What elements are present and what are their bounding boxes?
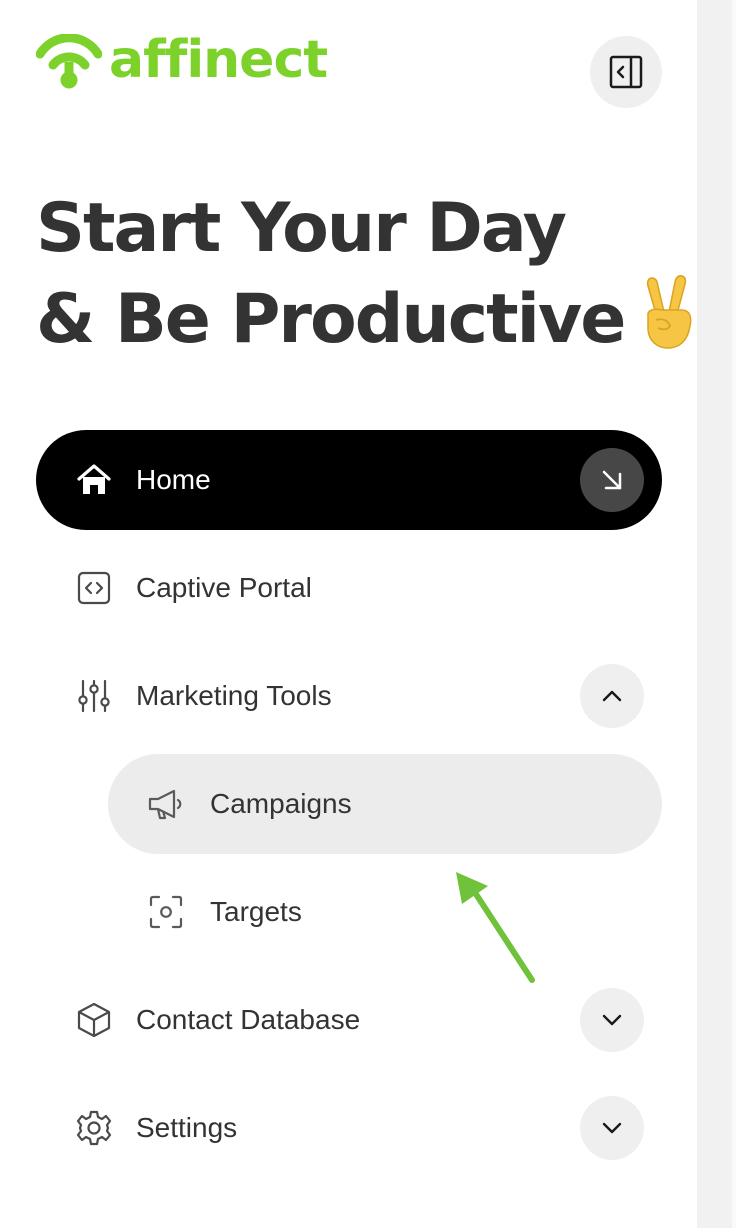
gear-icon [74,1108,114,1148]
nav-item-contact-database-label: Contact Database [136,1004,361,1035]
nav-item-settings[interactable]: Settings [36,1078,662,1178]
sub-item-campaigns-label: Campaigns [210,788,352,819]
chevron-up-icon [602,690,622,702]
nav-item-home[interactable]: Home [36,430,662,530]
brand-name: affinect [109,30,328,90]
marketing-tools-toggle-button[interactable] [580,664,644,728]
nav-item-captive-portal-label: Captive Portal [136,572,312,603]
nav-item-marketing-tools[interactable]: Marketing Tools [36,646,662,746]
headline-line-2: & Be Productive [36,272,692,371]
chevron-down-icon [602,1122,622,1134]
sub-item-campaigns[interactable]: Campaigns [108,754,662,854]
code-box-icon [74,568,114,608]
cube-icon [74,1000,114,1040]
target-scan-icon [146,892,186,932]
sub-item-targets[interactable]: Targets [108,862,662,962]
nav-item-captive-portal[interactable]: Captive Portal [36,538,662,638]
nav-item-home-label: Home [136,464,211,495]
sidebar: affinect Start Your Day & Be Productive … [0,0,697,1228]
annotation-arrow [456,872,535,983]
megaphone-icon [146,784,186,824]
brand-logo[interactable]: affinect [36,30,328,90]
sub-item-targets-label: Targets [210,896,302,927]
main-content-edge [697,0,736,1228]
nav-item-contact-database[interactable]: Contact Database [36,970,662,1070]
settings-toggle-button[interactable] [580,1096,644,1160]
sidebar-collapse-icon [609,55,643,89]
victory-hand-emoji [638,272,696,371]
home-go-button[interactable] [580,448,644,512]
nav-item-settings-label: Settings [136,1112,238,1143]
headline-line-1: Start Your Day [36,189,567,268]
chevron-down-icon [602,1014,622,1026]
collapse-sidebar-button[interactable] [590,36,662,108]
contact-database-toggle-button[interactable] [580,988,644,1052]
page-headline: Start Your Day & Be Productive [36,186,692,371]
nav-item-marketing-tools-label: Marketing Tools [136,680,332,711]
wifi-signal-icon [36,34,102,89]
sliders-icon [74,676,114,716]
home-icon [74,460,114,500]
arrow-down-right-icon [602,470,622,490]
